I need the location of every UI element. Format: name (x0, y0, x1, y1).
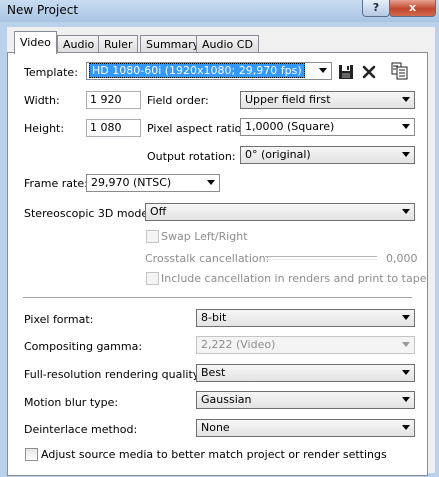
compositing-gamma-label: Compositing gamma: (24, 340, 143, 353)
render-quality-value: Best (201, 366, 226, 379)
crosstalk-value: 0,000 (386, 252, 418, 265)
frame-rate-select[interactable]: 29,970 (NTSC) (86, 174, 220, 192)
width-label: Width: (24, 94, 60, 107)
close-button[interactable]: x (389, 0, 436, 17)
compositing-gamma-value: 2,222 (Video) (201, 338, 276, 351)
crosstalk-label: Crosstalk cancellation: (145, 252, 270, 265)
deinterlace-select[interactable]: None (196, 419, 415, 437)
motion-blur-select[interactable]: Gaussian (196, 391, 415, 409)
chevron-down-icon (402, 124, 410, 129)
stereo-mode-value: Off (150, 205, 167, 218)
swap-left-right-label: Swap Left/Right (161, 230, 248, 243)
pixel-aspect-value: 1,0000 (Square) (245, 120, 335, 133)
save-icon[interactable] (337, 63, 355, 81)
tab-ruler[interactable]: Ruler (98, 35, 139, 53)
frame-rate-label: Frame rate: (24, 177, 88, 190)
adjust-source-label: Adjust source media to better match proj… (41, 448, 387, 461)
tab-audio-cd[interactable]: Audio CD (196, 35, 259, 53)
field-order-select[interactable]: Upper field first (240, 91, 415, 109)
tab-audio[interactable]: Audio (57, 35, 101, 53)
chevron-down-icon (402, 342, 410, 347)
height-field[interactable]: 1 080 (86, 119, 141, 137)
tab-video[interactable]: Video (14, 31, 57, 54)
width-field[interactable]: 1 920 (86, 91, 141, 109)
chevron-down-icon (402, 370, 410, 375)
render-quality-select[interactable]: Best (196, 364, 415, 382)
chevron-down-icon (207, 180, 215, 185)
stereo-mode-label: Stereoscopic 3D mode: (24, 207, 152, 220)
frame-rate-value: 29,970 (NTSC) (91, 176, 172, 189)
chevron-down-icon (402, 397, 410, 402)
field-order-label: Field order: (147, 94, 209, 107)
help-button[interactable]: ? (362, 0, 390, 17)
template-value: HD 1080-60i (1920x1080; 29,970 fps) (89, 63, 305, 78)
adjust-source-checkbox[interactable] (25, 448, 38, 461)
pixel-format-select[interactable]: 8-bit (196, 309, 415, 327)
stereo-mode-select[interactable]: Off (145, 203, 415, 221)
chevron-down-icon (402, 315, 410, 320)
compositing-gamma-select[interactable]: 2,222 (Video) (196, 336, 415, 354)
pixel-aspect-select[interactable]: 1,0000 (Square) (240, 118, 415, 136)
chevron-down-icon (402, 209, 410, 214)
new-project-dialog: New Project ? x Video Audio Ruler Summar… (0, 0, 439, 477)
deinterlace-label: Deinterlace method: (24, 423, 138, 436)
pixel-format-value: 8-bit (201, 311, 227, 324)
crosstalk-slider[interactable] (265, 256, 377, 260)
chevron-down-icon (402, 425, 410, 430)
height-label: Height: (24, 122, 65, 135)
delete-icon[interactable] (360, 63, 378, 81)
include-cancellation-checkbox[interactable] (146, 272, 159, 285)
template-label: Template: (24, 66, 78, 79)
pixel-format-label: Pixel format: (24, 313, 94, 326)
chevron-down-icon (402, 97, 410, 102)
output-rotation-label: Output rotation: (147, 150, 236, 163)
match-media-icon[interactable] (391, 62, 409, 80)
output-rotation-select[interactable]: 0° (original) (240, 146, 415, 164)
output-rotation-value: 0° (original) (245, 148, 311, 161)
include-cancellation-label: Include cancellation in renders and prin… (161, 272, 427, 285)
chevron-down-icon (402, 152, 410, 157)
field-order-value: Upper field first (245, 93, 331, 106)
chevron-down-icon (319, 68, 327, 73)
title-bar[interactable]: New Project ? x (0, 0, 439, 22)
motion-blur-label: Motion blur type: (24, 396, 119, 409)
deinterlace-value: None (201, 421, 230, 434)
pixel-aspect-label: Pixel aspect ratio: (147, 122, 246, 135)
swap-left-right-checkbox[interactable] (146, 230, 159, 243)
template-select[interactable]: HD 1080-60i (1920x1080; 29,970 fps) (86, 62, 332, 80)
motion-blur-value: Gaussian (201, 393, 252, 406)
render-quality-label: Full-resolution rendering quality: (24, 368, 203, 381)
section-divider (23, 297, 412, 299)
window-title: New Project (7, 3, 79, 17)
